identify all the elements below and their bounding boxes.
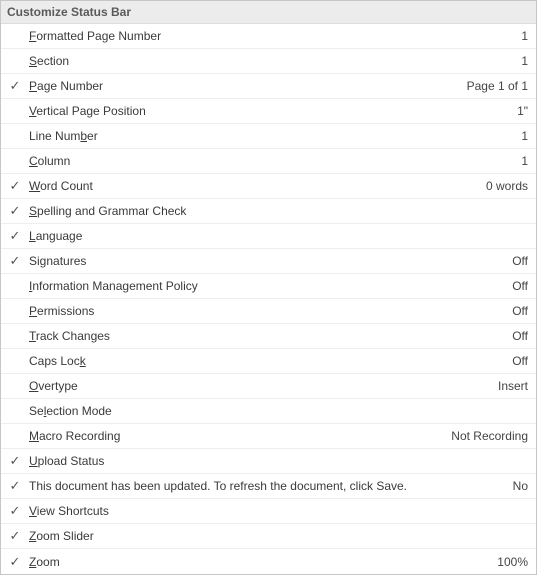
menu-item-value: Not Recording: [443, 429, 528, 443]
menu-item[interactable]: Selection Mode: [1, 399, 536, 424]
menu-item[interactable]: ✓Language: [1, 224, 536, 249]
menu-item[interactable]: Vertical Page Position1": [1, 99, 536, 124]
check-icon: ✓: [1, 203, 29, 219]
menu-item[interactable]: Section1: [1, 49, 536, 74]
menu-item[interactable]: ✓Page NumberPage 1 of 1: [1, 74, 536, 99]
menu-item-value: Off: [504, 354, 528, 368]
menu-item[interactable]: ✓SignaturesOff: [1, 249, 536, 274]
menu-item[interactable]: Column1: [1, 149, 536, 174]
menu-item-label: Overtype: [29, 379, 490, 393]
menu-item-label: Column: [29, 154, 513, 168]
menu-item[interactable]: PermissionsOff: [1, 299, 536, 324]
menu-item[interactable]: Macro RecordingNot Recording: [1, 424, 536, 449]
menu-item[interactable]: Caps LockOff: [1, 349, 536, 374]
menu-item[interactable]: Information Management PolicyOff: [1, 274, 536, 299]
check-icon: ✓: [1, 453, 29, 469]
menu-item-label: Page Number: [29, 79, 459, 93]
menu-item-value: Off: [504, 254, 528, 268]
panel-title: Customize Status Bar: [1, 1, 536, 24]
menu-item[interactable]: ✓View Shortcuts: [1, 499, 536, 524]
menu-item-value: 1: [513, 129, 528, 143]
menu-item-value: Off: [504, 279, 528, 293]
customize-status-bar-panel: Customize Status Bar Formatted Page Numb…: [0, 0, 537, 575]
menu-item-label: Upload Status: [29, 454, 520, 468]
menu-item-value: Insert: [490, 379, 528, 393]
menu-item-value: Off: [504, 329, 528, 343]
menu-item-value: 1": [509, 104, 528, 118]
menu-item-value: Off: [504, 304, 528, 318]
menu-item-label: Signatures: [29, 254, 504, 268]
menu-item-label: Information Management Policy: [29, 279, 504, 293]
check-icon: ✓: [1, 228, 29, 244]
menu-item-value: No: [505, 479, 528, 493]
menu-item[interactable]: ✓Spelling and Grammar Check: [1, 199, 536, 224]
menu-item-label: Track Changes: [29, 329, 504, 343]
menu-item-label: Selection Mode: [29, 404, 520, 418]
menu-item-value: 100%: [489, 555, 528, 569]
menu-item-label: Zoom Slider: [29, 529, 520, 543]
menu-item-label: This document has been updated. To refre…: [29, 479, 505, 493]
menu-item[interactable]: ✓This document has been updated. To refr…: [1, 474, 536, 499]
menu-item[interactable]: Formatted Page Number1: [1, 24, 536, 49]
menu-item-value: 1: [513, 54, 528, 68]
menu-item-value: 1: [513, 29, 528, 43]
check-icon: ✓: [1, 478, 29, 494]
menu-item[interactable]: ✓Upload Status: [1, 449, 536, 474]
menu-item-label: Language: [29, 229, 520, 243]
menu-item-label: View Shortcuts: [29, 504, 520, 518]
menu-item[interactable]: ✓Zoom100%: [1, 549, 536, 574]
menu-item[interactable]: Line Number1: [1, 124, 536, 149]
menu-item-label: Permissions: [29, 304, 504, 318]
menu-item-label: Line Number: [29, 129, 513, 143]
menu-item[interactable]: OvertypeInsert: [1, 374, 536, 399]
menu-item-value: 0 words: [478, 179, 528, 193]
check-icon: ✓: [1, 78, 29, 94]
menu-item-label: Formatted Page Number: [29, 29, 513, 43]
menu-item-label: Vertical Page Position: [29, 104, 509, 118]
menu-item-label: Zoom: [29, 555, 489, 569]
menu-item[interactable]: ✓Word Count0 words: [1, 174, 536, 199]
check-icon: ✓: [1, 554, 29, 570]
check-icon: ✓: [1, 253, 29, 269]
menu-item-label: Caps Lock: [29, 354, 504, 368]
menu-item[interactable]: Track ChangesOff: [1, 324, 536, 349]
check-icon: ✓: [1, 503, 29, 519]
menu-item-label: Macro Recording: [29, 429, 443, 443]
menu-item-value: Page 1 of 1: [459, 79, 528, 93]
menu-item-value: 1: [513, 154, 528, 168]
menu-item[interactable]: ✓Zoom Slider: [1, 524, 536, 549]
check-icon: ✓: [1, 528, 29, 544]
menu-item-label: Spelling and Grammar Check: [29, 204, 520, 218]
menu-items-container: Formatted Page Number1Section1✓Page Numb…: [1, 24, 536, 574]
menu-item-label: Section: [29, 54, 513, 68]
menu-item-label: Word Count: [29, 179, 478, 193]
check-icon: ✓: [1, 178, 29, 194]
